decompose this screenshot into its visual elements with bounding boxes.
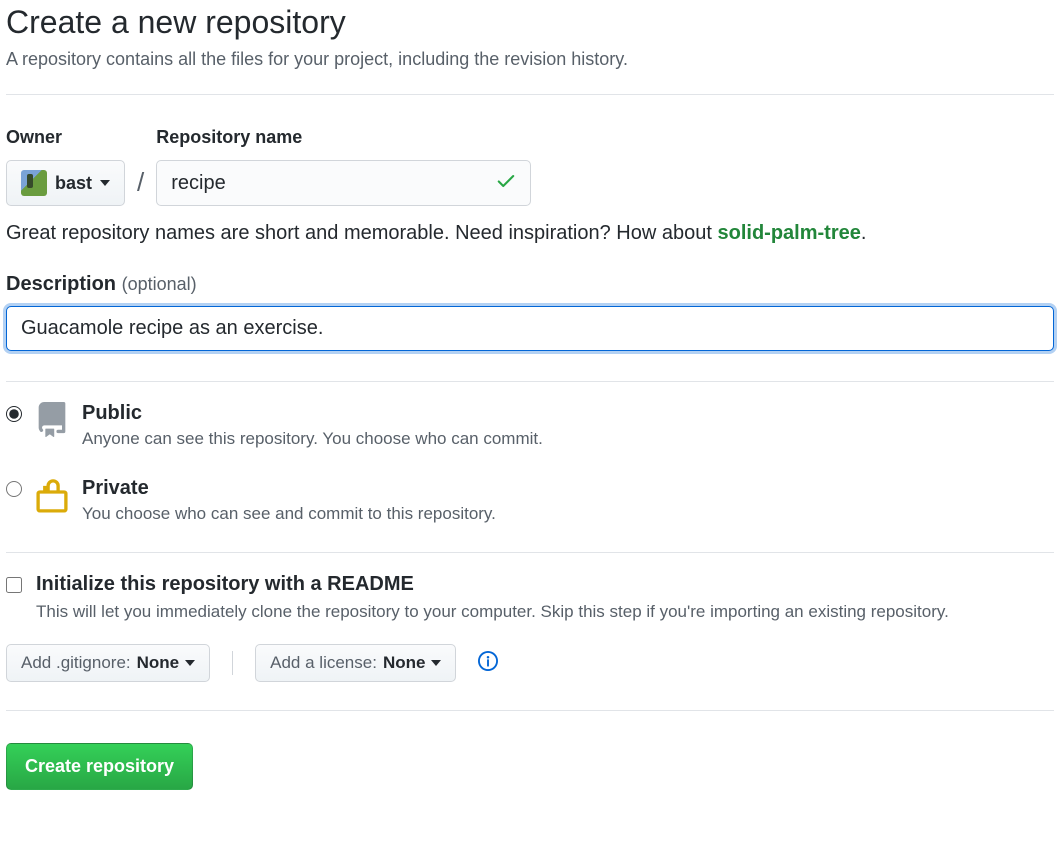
description-label: Description: [6, 273, 116, 295]
repo-public-icon: [34, 402, 70, 447]
name-hint: Great repository names are short and mem…: [6, 222, 1054, 245]
caret-down-icon: [100, 180, 110, 186]
create-repository-button[interactable]: Create repository: [6, 743, 193, 790]
visibility-public-desc: Anyone can see this repository. You choo…: [82, 429, 543, 449]
license-select-button[interactable]: Add a license: None: [255, 644, 456, 682]
page-subtitle: A repository contains all the files for …: [6, 49, 1054, 70]
divider: [6, 94, 1054, 95]
page-title: Create a new repository: [6, 4, 1054, 41]
description-input[interactable]: [6, 306, 1054, 351]
visibility-private-title: Private: [82, 477, 496, 500]
description-optional: (optional): [122, 274, 197, 294]
check-icon: [495, 170, 517, 197]
divider: [6, 381, 1054, 382]
divider: [6, 552, 1054, 553]
repo-private-icon: [34, 477, 70, 522]
visibility-public-title: Public: [82, 402, 543, 425]
gitignore-select-button[interactable]: Add .gitignore: None: [6, 644, 210, 682]
visibility-private-desc: You choose who can see and commit to thi…: [82, 504, 496, 524]
repo-name-input[interactable]: [156, 160, 531, 206]
owner-username: bast: [55, 173, 92, 194]
visibility-public-radio[interactable]: [6, 406, 22, 422]
owner-select-button[interactable]: bast: [6, 160, 125, 206]
init-readme-desc: This will let you immediately clone the …: [36, 602, 949, 622]
visibility-private-radio[interactable]: [6, 481, 22, 497]
vertical-separator: [232, 651, 233, 675]
avatar: [21, 170, 47, 196]
init-readme-title: Initialize this repository with a README: [36, 573, 949, 596]
owner-label: Owner: [6, 127, 125, 148]
divider: [6, 710, 1054, 711]
slash-separator: /: [137, 167, 144, 206]
info-icon[interactable]: [478, 651, 498, 676]
caret-down-icon: [431, 660, 441, 666]
caret-down-icon: [185, 660, 195, 666]
repo-name-label: Repository name: [156, 127, 531, 148]
init-readme-checkbox[interactable]: [6, 577, 22, 593]
suggestion-link[interactable]: solid-palm-tree: [717, 222, 860, 244]
